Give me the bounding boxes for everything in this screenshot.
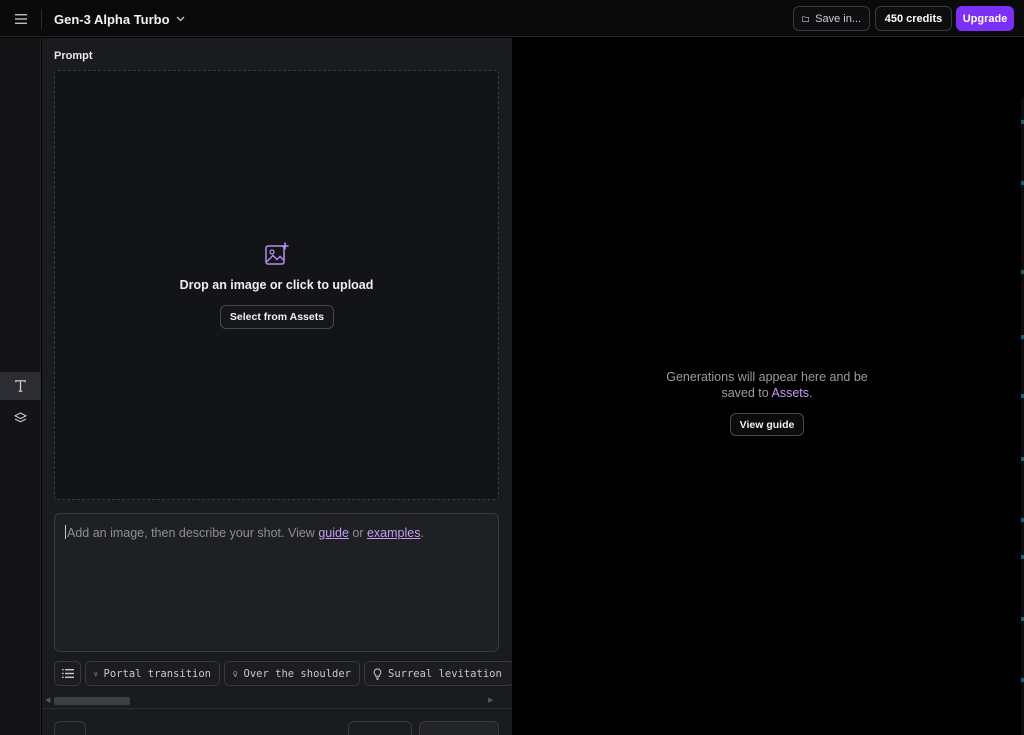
suggestion-chip[interactable]: Over the shoulder	[224, 661, 360, 686]
scrollbar-thumb[interactable]	[54, 697, 130, 705]
text-icon	[15, 380, 26, 392]
placeholder-suffix: .	[420, 526, 424, 540]
scroll-left-arrow-icon[interactable]: ◀	[45, 696, 50, 704]
lightbulb-icon	[373, 667, 382, 680]
credits-button[interactable]: 450 credits	[875, 6, 952, 31]
model-name: Gen-3 Alpha Turbo	[54, 11, 170, 27]
placeholder-prefix: Add an image, then describe your shot. V…	[67, 526, 319, 540]
divider	[41, 9, 42, 29]
generation-controls	[42, 708, 512, 735]
select-from-assets-label: Select from Assets	[229, 311, 325, 323]
empty-state-line2: saved to Assets.	[512, 385, 1022, 401]
generate-button[interactable]	[419, 721, 499, 735]
view-guide-label: View guide	[739, 418, 795, 431]
assets-link[interactable]: Assets	[772, 386, 810, 400]
empty-state-message: Generations will appear here and be save…	[512, 369, 1022, 401]
prompt-suggestions: Portal transition Over the shoulder Surr…	[54, 661, 512, 686]
suggestion-label: Over the shoulder	[243, 667, 351, 680]
select-from-assets-button[interactable]: Select from Assets	[220, 305, 334, 329]
credits-label: 450 credits	[884, 12, 943, 25]
upgrade-label: Upgrade	[962, 12, 1008, 25]
chevron-down-icon	[176, 16, 185, 22]
settings-button[interactable]	[54, 721, 86, 735]
text-tool-button[interactable]	[0, 372, 41, 400]
duration-button[interactable]	[348, 721, 412, 735]
suggestions-scrollbar[interactable]: ◀ ▶	[42, 694, 512, 706]
suggestions-list-button[interactable]	[54, 661, 81, 686]
upgrade-button[interactable]: Upgrade	[956, 6, 1014, 31]
placeholder-middle: or	[348, 526, 367, 540]
image-dropzone[interactable]: Drop an image or click to upload Select …	[54, 70, 499, 500]
lightbulb-icon	[233, 670, 238, 677]
empty-state-line1: Generations will appear here and be	[666, 370, 868, 384]
menu-button[interactable]	[8, 8, 34, 30]
list-icon	[61, 669, 74, 678]
suggestion-label: Surreal levitation	[388, 667, 502, 680]
view-guide-button[interactable]: View guide	[730, 413, 804, 436]
examples-link[interactable]: examples	[367, 526, 421, 540]
image-add-icon	[265, 242, 289, 265]
prompt-panel: Prompt Drop an image or click to upload …	[42, 38, 512, 735]
prompt-textarea[interactable]: Add an image, then describe your shot. V…	[54, 513, 499, 652]
text-caret	[65, 525, 66, 539]
hamburger-icon	[15, 14, 27, 24]
suggestion-label: Portal transition	[103, 667, 211, 680]
save-in-label: Save in...	[815, 12, 861, 25]
guide-link[interactable]: guide	[318, 526, 349, 540]
layers-tool-button[interactable]	[0, 404, 41, 432]
empty-state-prefix: saved to	[721, 386, 772, 400]
top-bar: Gen-3 Alpha Turbo Save in... 450 credits…	[0, 0, 1024, 37]
suggestion-chip[interactable]: Surreal levitation	[364, 661, 512, 686]
suggestion-chip[interactable]: Portal transition	[85, 661, 220, 686]
lightbulb-icon	[94, 671, 98, 676]
folder-icon	[802, 15, 810, 22]
empty-state-suffix: .	[809, 386, 813, 400]
model-selector[interactable]: Gen-3 Alpha Turbo	[54, 10, 185, 28]
layers-icon	[14, 412, 27, 423]
save-in-button[interactable]: Save in...	[793, 6, 870, 31]
generations-area: Generations will appear here and be save…	[512, 38, 1024, 735]
tool-rail	[0, 38, 41, 735]
prompt-label: Prompt	[54, 50, 93, 62]
drop-instructions: Drop an image or click to upload	[179, 278, 374, 292]
scroll-right-arrow-icon[interactable]: ▶	[488, 696, 493, 704]
